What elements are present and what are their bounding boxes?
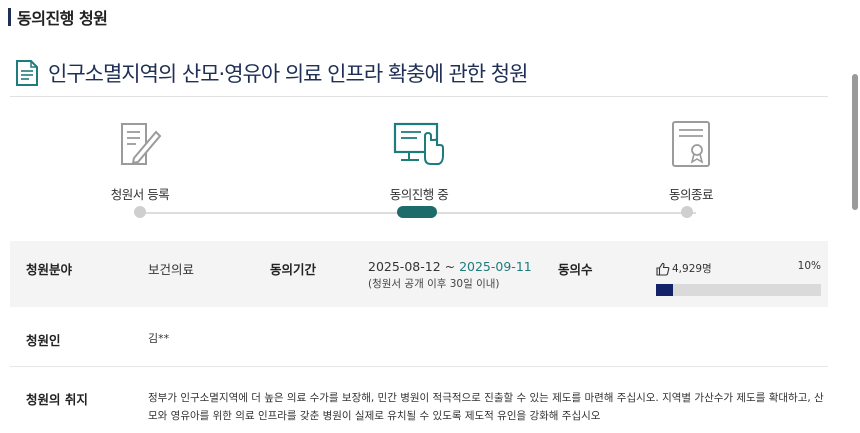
petition-title-row: 인구소멸지역의 산모·영유아 의료 인프라 확충에 관한 청원 [14,58,528,88]
row-divider [10,366,828,367]
period-range: 2025-08-12 ~ 2025-09-11 [368,259,532,274]
info-row-summary: 청원분야 보건의료 동의기간 2025-08-12 ~ 2025-09-11 (… [10,241,828,307]
consent-label: 동의수 [558,262,593,277]
consent-percent: 10% [797,260,821,272]
category-value: 보건의료 [148,262,195,277]
purpose-text: 정부가 인구소멸지역에 더 높은 의료 수가를 보장해, 민간 병원이 적극적으… [148,392,824,422]
purpose-label: 청원의 취지 [26,392,88,407]
step-label-closed: 동의종료 [668,187,714,202]
consent-count: 4,929명 [672,263,712,275]
petition-title: 인구소멸지역의 산모·영유아 의료 인프라 확충에 관한 청원 [48,62,528,86]
consent-progress: 4,929명 10% [656,258,821,296]
category-label: 청원분야 [26,262,73,277]
period-note: (청원서 공개 이후 30일 이내) [368,278,500,290]
computer-click-icon [393,122,444,165]
title-divider [10,96,828,97]
section-header: 동의진행 청원 [8,6,108,28]
step-label-registration: 청원서 등록 [110,187,170,202]
period-start: 2025-08-12 ~ [368,259,460,274]
section-title: 동의진행 청원 [17,9,108,28]
step-closed: 동의종료 [621,118,761,203]
step-registration: 청원서 등록 [70,118,210,203]
petitioner-value: 김** [148,332,170,345]
section-accent-bar [8,8,11,26]
step-in-progress: 동의진행 중 [349,118,489,203]
progress-fill [656,284,673,296]
period-end: 2025-09-11 [459,259,532,274]
scrollbar-thumb[interactable] [852,74,858,210]
step-dot-closed [681,206,693,218]
certificate-icon [672,121,710,167]
petitioner-label: 청원인 [26,333,61,348]
document-icon [16,60,38,86]
document-pen-icon [121,123,162,165]
progress-steps: 청원서 등록 동의진행 중 동의종료 [10,100,828,235]
thumbs-up-icon [656,262,670,276]
step-dot-registration [134,206,146,218]
info-row-petitioner: 청원인 김** [10,312,828,366]
period-label: 동의기간 [270,262,317,277]
step-label-in-progress: 동의진행 중 [389,187,449,202]
step-dot-in-progress [397,206,437,218]
info-row-purpose: 청원의 취지 정부가 인구소멸지역에 더 높은 의료 수가를 보장해, 민간 병… [10,372,828,433]
progress-track [656,284,821,296]
